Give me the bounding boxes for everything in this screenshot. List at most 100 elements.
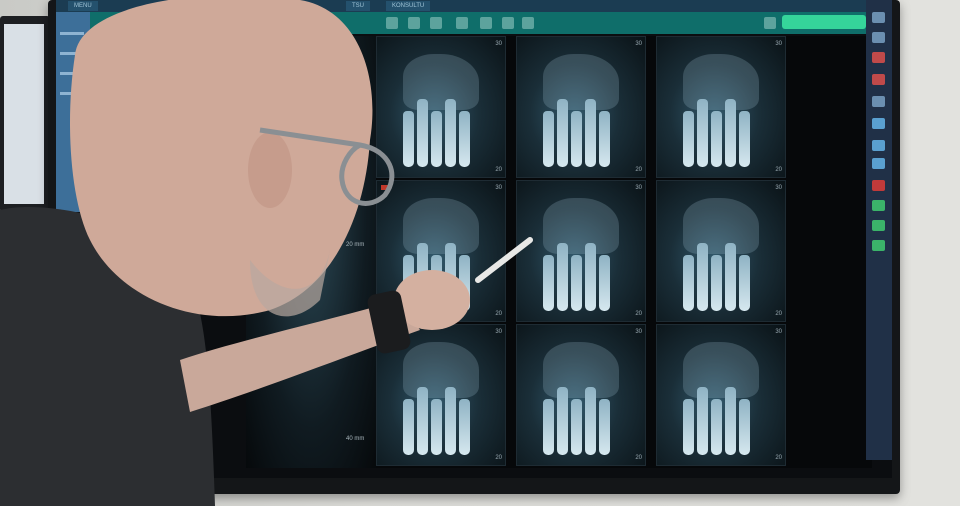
cbct-slice-grid[interactable]: 30 20 30 20 30 20 30 20 30 20 30 20 30 20 30 20 30 20 [376, 36, 872, 468]
tool-icon[interactable] [872, 158, 885, 169]
tooth-root [417, 387, 428, 455]
maxilla-shadow [682, 53, 760, 110]
slice-scale-label: 20 [775, 311, 782, 317]
tool-icon[interactable] [480, 17, 492, 29]
tooth-root [431, 399, 442, 455]
maxilla-shadow [682, 341, 760, 398]
secondary-monitor [0, 16, 50, 212]
tooth-root [599, 399, 610, 455]
maxilla-shadow [402, 53, 480, 110]
status-indicator [782, 15, 866, 29]
tooth-root [459, 111, 470, 167]
tooth-root [711, 399, 722, 455]
slice-scale-label: 20 [495, 455, 502, 461]
tooth-root [697, 243, 708, 311]
tsu-tab[interactable]: TSU [346, 1, 370, 11]
konsultu-tab[interactable]: KONSULTU [386, 1, 431, 11]
tool-icon[interactable] [872, 32, 885, 43]
tooth-root [599, 111, 610, 167]
cbct-slice[interactable]: 30 20 [656, 324, 786, 466]
tooth-root [697, 99, 708, 167]
tooth-root [711, 255, 722, 311]
slice-scale-label: 20 [635, 455, 642, 461]
cbct-slice[interactable]: 30 20 [376, 180, 506, 322]
help-icon[interactable] [522, 17, 534, 29]
tooth-root [585, 387, 596, 455]
tool-icon[interactable] [872, 74, 885, 85]
tooth-root [711, 111, 722, 167]
slice-scale-label: 30 [775, 185, 782, 191]
wall-display: MENU TSU KONSULTU 0 mm 20 mm 40 mm 30 20… [48, 0, 900, 494]
tooth-root [445, 243, 456, 311]
tooth-root [725, 387, 736, 455]
scale-label: 40 mm [346, 436, 365, 442]
tool-icon[interactable] [872, 240, 885, 251]
menu-tab[interactable]: MENU [68, 1, 98, 11]
dental-imaging-screen: MENU TSU KONSULTU 0 mm 20 mm 40 mm 30 20… [56, 0, 892, 478]
tool-icon[interactable] [872, 118, 885, 129]
slice-scale-label: 30 [775, 329, 782, 335]
tool-icon[interactable] [872, 220, 885, 231]
left-side-panel [56, 12, 90, 212]
slice-scale-label: 30 [495, 41, 502, 47]
tool-icon[interactable] [872, 96, 885, 107]
tooth-root [543, 111, 554, 167]
cbct-slice[interactable]: 30 20 [516, 324, 646, 466]
panel-line [60, 92, 84, 95]
slice-scale-label: 30 [635, 41, 642, 47]
tooth-root [683, 111, 694, 167]
viewer-toolbar [56, 12, 876, 34]
tooth-root [445, 387, 456, 455]
cbct-slice[interactable]: 30 20 [376, 36, 506, 178]
cbct-slice[interactable]: 30 20 [656, 180, 786, 322]
maxilla-shadow [402, 197, 480, 254]
slice-scale-label: 20 [775, 167, 782, 173]
tooth-root [683, 399, 694, 455]
tool-icon[interactable] [872, 200, 885, 211]
cbct-slice[interactable]: 30 20 [516, 36, 646, 178]
maxilla-shadow [542, 53, 620, 110]
tool-icon[interactable] [764, 17, 776, 29]
tool-icon[interactable] [872, 140, 885, 151]
tooth-root [417, 99, 428, 167]
tooth-root [557, 99, 568, 167]
secondary-monitor-screen [4, 24, 44, 204]
tooth-root [403, 255, 414, 311]
tooth-root [557, 243, 568, 311]
tool-icon[interactable] [872, 12, 885, 23]
tooth-root [571, 111, 582, 167]
slice-scale-label: 30 [635, 185, 642, 191]
tooth-root [739, 255, 750, 311]
tooth-root [585, 99, 596, 167]
tooth-root [739, 399, 750, 455]
tooth-root [431, 111, 442, 167]
tooth-root [403, 111, 414, 167]
slice-scale-label: 20 [635, 311, 642, 317]
panel-line [60, 52, 84, 55]
tool-icon[interactable] [430, 17, 442, 29]
cbct-slice[interactable]: 30 20 [516, 180, 646, 322]
slice-scale-label: 30 [775, 41, 782, 47]
slice-scale-label: 30 [495, 329, 502, 335]
tooth-root [725, 243, 736, 311]
tooth-root [403, 399, 414, 455]
tool-icon[interactable] [502, 17, 514, 29]
slice-scale-label: 20 [635, 167, 642, 173]
tool-icon[interactable] [386, 17, 398, 29]
tooth-root [571, 399, 582, 455]
tool-icon[interactable] [872, 180, 885, 191]
maxilla-shadow [542, 197, 620, 254]
tooth-root [725, 99, 736, 167]
tool-icon[interactable] [872, 52, 885, 63]
tooth-root [557, 387, 568, 455]
scale-label: 0 mm [306, 84, 321, 90]
tooth-root [543, 255, 554, 311]
tool-icon[interactable] [408, 17, 420, 29]
panel-line [60, 72, 84, 75]
cbct-slice[interactable]: 30 20 [656, 36, 786, 178]
sagittal-view[interactable]: 0 mm 20 mm 40 mm [246, 36, 376, 468]
cbct-slice[interactable]: 30 20 [376, 324, 506, 466]
software-title-bar: MENU TSU KONSULTU [56, 0, 892, 12]
tooth-root [585, 243, 596, 311]
tool-icon[interactable] [456, 17, 468, 29]
